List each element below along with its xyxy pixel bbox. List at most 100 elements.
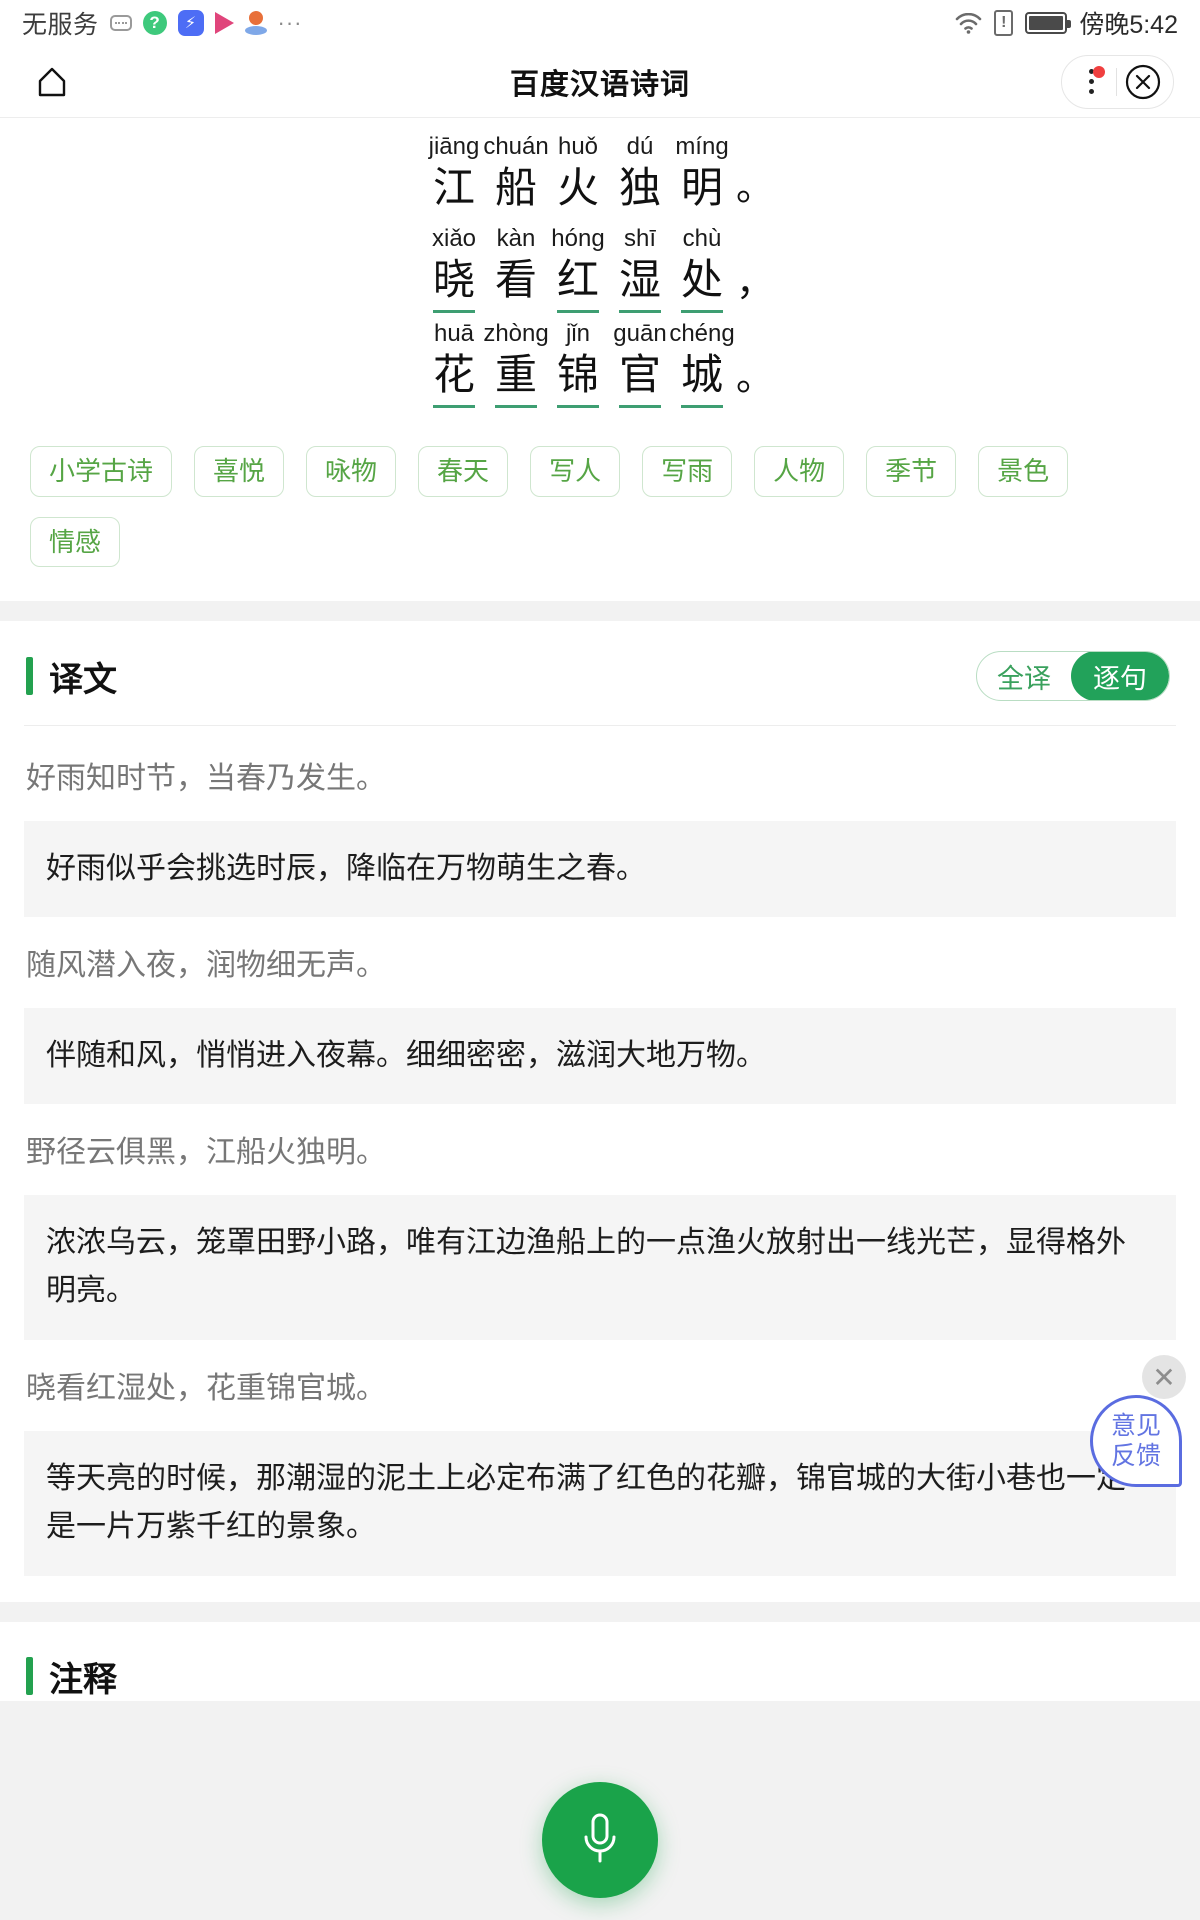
battery-icon [1025, 12, 1072, 34]
overflow-dots-icon: ··· [277, 10, 303, 35]
poem-char-cell[interactable]: huǒ 火 [547, 132, 609, 218]
translation-section: 译文 全译 逐句 好雨知时节，当春乃发生。 好雨似乎会挑选时辰，降临在万物萌生之… [0, 621, 1200, 1602]
tag-chip[interactable]: 喜悦 [194, 446, 285, 497]
hanzi-label: 火 [556, 164, 599, 211]
poem-char-cell[interactable]: jiāng 江 [423, 132, 485, 218]
poem-char-cell[interactable]: chuán 船 [483, 132, 549, 218]
tag-chip[interactable]: 人物 [754, 446, 845, 497]
feedback-label-line2: 反馈 [1110, 1442, 1161, 1470]
more-vertical-icon[interactable] [1066, 57, 1116, 107]
hanzi-label: 晓 [432, 254, 475, 313]
poem-body: jiāng 江 chuán 船 huǒ 火 dú 独 míng 明 。 xiǎo… [0, 118, 1200, 420]
hanzi-label: 红 [556, 254, 599, 313]
feedback-widget: ✕ 意见 反馈 [1090, 1355, 1186, 1487]
pinyin-label: chù [682, 225, 722, 252]
section-accent-bar [26, 1657, 33, 1696]
tag-chip[interactable]: 景色 [978, 446, 1069, 497]
translation-item: 随风潜入夜，润物细无声。 伴随和风，悄悄进入夜幕。细细密密，滋润大地万物。 [0, 917, 1200, 1105]
poem-char-cell[interactable]: chéng 城 [669, 319, 735, 408]
translation-text: 伴随和风，悄悄进入夜幕。细细密密，滋润大地万物。 [24, 1007, 1176, 1105]
notes-section-header: 注释 [0, 1622, 1200, 1701]
hanzi-label: 看 [494, 256, 537, 303]
tag-chip[interactable]: 情感 [30, 516, 121, 568]
qq-browser-icon: ? [142, 11, 167, 35]
tag-chip[interactable]: 写雨 [642, 446, 733, 497]
translation-text: 等天亮的时候，那潮湿的泥土上必定布满了红色的花瓣，锦官城的大街小巷也一定是一片万… [24, 1430, 1176, 1576]
poem-char-cell[interactable]: kàn 看 [485, 224, 547, 313]
poem-punctuation: ， [735, 262, 774, 304]
pinyin-label: xiǎo [431, 225, 477, 252]
poem-line: huā 花 zhòng 重 jǐn 锦 guān 官 chéng 城 。 [0, 319, 1200, 408]
poem-line: jiāng 江 chuán 船 huǒ 火 dú 独 míng 明 。 [0, 132, 1200, 218]
microphone-icon [574, 1808, 626, 1873]
voice-search-button[interactable] [542, 1782, 658, 1898]
translation-list: 好雨知时节，当春乃发生。 好雨似乎会挑选时辰，降临在万物萌生之春。 随风潜入夜，… [0, 726, 1200, 1602]
hanzi-label: 独 [618, 164, 661, 211]
translation-item: 好雨知时节，当春乃发生。 好雨似乎会挑选时辰，降临在万物萌生之春。 [0, 730, 1200, 918]
hanzi-label: 江 [432, 164, 475, 211]
feedback-label-line1: 意见 [1110, 1412, 1161, 1440]
poem-char-cell[interactable]: dú 独 [609, 132, 671, 218]
poem-char-cell[interactable]: hóng 红 [547, 224, 609, 313]
poem-char-cell[interactable]: shī 湿 [609, 224, 671, 313]
translation-text: 好雨似乎会挑选时辰，降临在万物萌生之春。 [24, 820, 1176, 918]
toggle-option-full[interactable]: 全译 [977, 652, 1071, 700]
pinyin-label: hóng [551, 225, 605, 252]
poem-char-cell[interactable]: huā 花 [423, 319, 485, 408]
toggle-option-line-by-line[interactable]: 逐句 [1071, 652, 1169, 701]
pinyin-label: zhòng [483, 320, 549, 347]
poem-char-cell[interactable]: míng 明 [671, 132, 733, 218]
poem-card: jiāng 江 chuán 船 huǒ 火 dú 独 míng 明 。 xiǎo… [0, 118, 1200, 602]
hanzi-label: 船 [494, 164, 537, 211]
pinyin-label: chéng [669, 320, 735, 347]
poem-punctuation: 。 [735, 357, 774, 399]
tag-chip[interactable]: 春天 [418, 446, 509, 497]
poem-char-cell[interactable]: jǐn 锦 [547, 319, 609, 408]
translation-section-header: 译文 全译 逐句 [0, 621, 1200, 725]
poem-char-cell[interactable]: chù 处 [671, 224, 733, 313]
section-gap [0, 1601, 1200, 1622]
hanzi-label: 官 [618, 349, 661, 408]
pinyin-label: míng [675, 133, 729, 160]
video-play-icon [214, 12, 234, 34]
section-accent-bar [26, 657, 33, 696]
pinyin-label: kàn [496, 225, 536, 252]
translation-title-group: 译文 [26, 652, 117, 701]
hanzi-label: 处 [680, 254, 723, 313]
tag-chip[interactable]: 写人 [530, 446, 621, 497]
header-action-group [1061, 54, 1174, 109]
close-icon[interactable]: ✕ [1142, 1355, 1186, 1399]
app-header: 百度汉语诗词 [0, 46, 1200, 118]
poem-char-cell[interactable]: zhòng 重 [483, 319, 549, 408]
tag-chip[interactable]: 咏物 [306, 446, 397, 497]
tag-chip[interactable]: 季节 [866, 446, 957, 497]
tag-chip[interactable]: 小学古诗 [30, 446, 173, 497]
carrier-label: 无服务 [22, 11, 99, 39]
translation-item: 野径云俱黑，江船火独明。 浓浓乌云，笼罩田野小路，唯有江边渔船上的一点渔火放射出… [0, 1104, 1200, 1341]
section-gap [0, 601, 1200, 622]
hanzi-label: 城 [680, 349, 723, 408]
notes-section: 注释 [0, 1621, 1200, 1701]
section-title: 注释 [49, 1660, 117, 1699]
sim-alert-icon: ! [994, 10, 1014, 36]
translation-text: 浓浓乌云，笼罩田野小路，唯有江边渔船上的一点渔火放射出一线光芒，显得格外明亮。 [24, 1194, 1176, 1341]
hanzi-label: 湿 [618, 254, 661, 313]
poem-line: xiǎo 晓 kàn 看 hóng 红 shī 湿 chù 处 ， [0, 224, 1200, 313]
hanzi-label: 重 [494, 349, 537, 408]
pinyin-label: chuán [483, 133, 549, 160]
location-pin-icon [244, 11, 267, 35]
wifi-icon [955, 12, 982, 34]
home-icon[interactable] [26, 56, 78, 108]
pinyin-label: shī [623, 225, 656, 252]
poem-char-cell[interactable]: xiǎo 晓 [423, 224, 485, 313]
hanzi-label: 锦 [556, 349, 599, 408]
source-line: 好雨知时节，当春乃发生。 [26, 762, 386, 796]
pinyin-label: jiāng [428, 133, 480, 160]
source-line: 晓看红湿处，花重锦官城。 [26, 1372, 386, 1406]
pinyin-label: huǒ [557, 133, 599, 160]
close-circle-icon[interactable] [1117, 56, 1169, 108]
hanzi-label: 花 [432, 349, 475, 408]
poem-char-cell[interactable]: guān 官 [609, 319, 671, 408]
feedback-button[interactable]: 意见 反馈 [1090, 1395, 1182, 1487]
translation-mode-toggle[interactable]: 全译 逐句 [976, 651, 1170, 702]
